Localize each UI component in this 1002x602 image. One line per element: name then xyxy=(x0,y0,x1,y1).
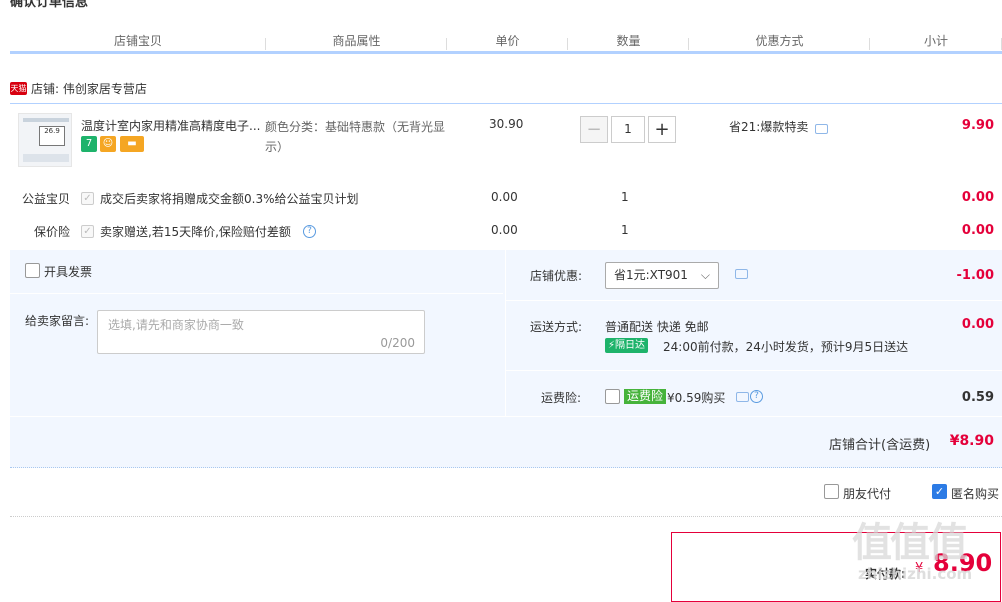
unit-price: 30.90 xyxy=(489,117,524,131)
charity-label: 公益宝贝 xyxy=(21,192,70,206)
col-promotion: 优惠方式 xyxy=(689,24,870,54)
insurance-qty: 1 xyxy=(621,223,629,237)
qty-increase-button[interactable]: + xyxy=(648,116,676,143)
next-day-badge: ⚡隔日达 xyxy=(605,338,649,353)
help-icon[interactable]: ? xyxy=(750,390,763,403)
anonymous-label[interactable]: 匿名购买 xyxy=(951,485,999,502)
chevron-down-icon: ⌵ xyxy=(700,268,710,282)
qty-decrease-button[interactable]: − xyxy=(580,116,608,143)
shop-name-link[interactable]: 店铺: 伟创家居专营店 xyxy=(31,80,147,97)
insurance-amount: 0.00 xyxy=(961,223,994,238)
insurance-text: 卖家赠送,若15天降价,保险赔付差额 xyxy=(100,225,291,239)
chat-icon[interactable] xyxy=(815,124,828,134)
shop-total-amount: ¥8.90 xyxy=(949,433,994,449)
message-placeholder: 选填,请先和商家协商一致 xyxy=(108,318,244,332)
divider xyxy=(10,416,1002,417)
freight-amount: 0.59 xyxy=(961,390,994,405)
coupon-label: 店铺优惠: xyxy=(530,269,583,283)
charity-qty: 1 xyxy=(621,190,629,204)
shipping-method: 普通配送 快递 免邮 xyxy=(605,320,709,334)
divider xyxy=(505,370,1002,371)
card-payment-icon: ▬ xyxy=(120,136,144,152)
promotion-text: 省21:爆款特卖 xyxy=(729,120,809,134)
divider xyxy=(505,250,506,416)
help-icon[interactable]: ? xyxy=(303,225,316,238)
watermark-url: zhizhizhi.com xyxy=(858,565,973,583)
insurance-price: 0.00 xyxy=(491,223,518,237)
freight-price: ¥0.59购买 xyxy=(667,391,726,405)
service-icon: ☺ xyxy=(100,136,116,152)
insurance-checkbox: ✓ xyxy=(81,225,94,238)
invoice-checkbox[interactable] xyxy=(25,263,40,278)
product-thumbnail[interactable]: 26.9 xyxy=(18,113,72,167)
tmall-icon: 天猫 xyxy=(10,82,27,95)
message-label: 给卖家留言: xyxy=(25,314,90,328)
friend-pay-label[interactable]: 朋友代付 xyxy=(843,485,891,502)
chat-icon[interactable] xyxy=(735,269,748,279)
chat-icon[interactable] xyxy=(736,392,749,402)
col-quantity: 数量 xyxy=(568,24,689,54)
product-attribute: 颜色分类：基础特惠款（无背光显示） xyxy=(265,120,446,154)
charity-checkbox: ✓ xyxy=(81,192,94,205)
coupon-select[interactable]: 省1元:XT901 ⌵ xyxy=(605,262,719,289)
col-unit-price: 单价 xyxy=(447,24,568,54)
coupon-amount: -1.00 xyxy=(956,268,994,283)
product-title-link[interactable]: 温度计室内家用精准高精度电子... xyxy=(81,117,263,134)
item-subtotal: 9.90 xyxy=(961,118,994,133)
freight-label: 运费险: xyxy=(541,391,582,405)
coupon-selected: 省1元:XT901 xyxy=(614,268,688,282)
qty-input[interactable]: 1 xyxy=(611,116,645,143)
invoice-label[interactable]: 开具发票 xyxy=(44,263,92,280)
charity-price: 0.00 xyxy=(491,190,518,204)
thumb-bar xyxy=(23,118,69,122)
freight-checkbox[interactable] xyxy=(605,389,620,404)
col-subtotal: 小计 xyxy=(870,24,1002,54)
watermark-logo: 值值值 xyxy=(852,520,968,566)
next-day-label: 隔日达 xyxy=(615,340,646,351)
divider xyxy=(10,293,503,294)
freight-badge: 运费险 xyxy=(624,389,667,404)
insurance-label: 保价险 xyxy=(33,225,70,239)
anonymous-checkbox[interactable]: ✓ xyxy=(932,484,947,499)
thumb-base xyxy=(23,154,69,162)
seven-day-return-icon: 7 xyxy=(81,136,97,152)
page-title: 确认订单信息 xyxy=(10,0,89,10)
friend-pay-checkbox[interactable] xyxy=(824,484,839,499)
thumb-screen: 26.9 xyxy=(39,126,65,146)
col-shop-item: 店铺宝贝 xyxy=(10,24,266,54)
shipping-amount: 0.00 xyxy=(961,317,994,332)
col-attributes: 商品属性 xyxy=(266,24,447,54)
shipping-desc: 24:00前付款，24小时发货，预计9月5日送达 xyxy=(663,340,909,354)
shop-total-label: 店铺合计(含运费) xyxy=(829,438,931,453)
charity-amount: 0.00 xyxy=(961,190,994,205)
divider xyxy=(10,103,1002,104)
message-counter: 0/200 xyxy=(380,336,415,350)
lightning-icon: ⚡ xyxy=(608,340,616,351)
shipping-label: 运送方式: xyxy=(530,320,583,334)
message-textarea[interactable]: 选填,请先和商家协商一致 0/200 xyxy=(97,310,425,354)
charity-text: 成交后卖家将捐赠成交金额0.3%给公益宝贝计划 xyxy=(100,192,359,206)
divider xyxy=(505,300,1002,301)
